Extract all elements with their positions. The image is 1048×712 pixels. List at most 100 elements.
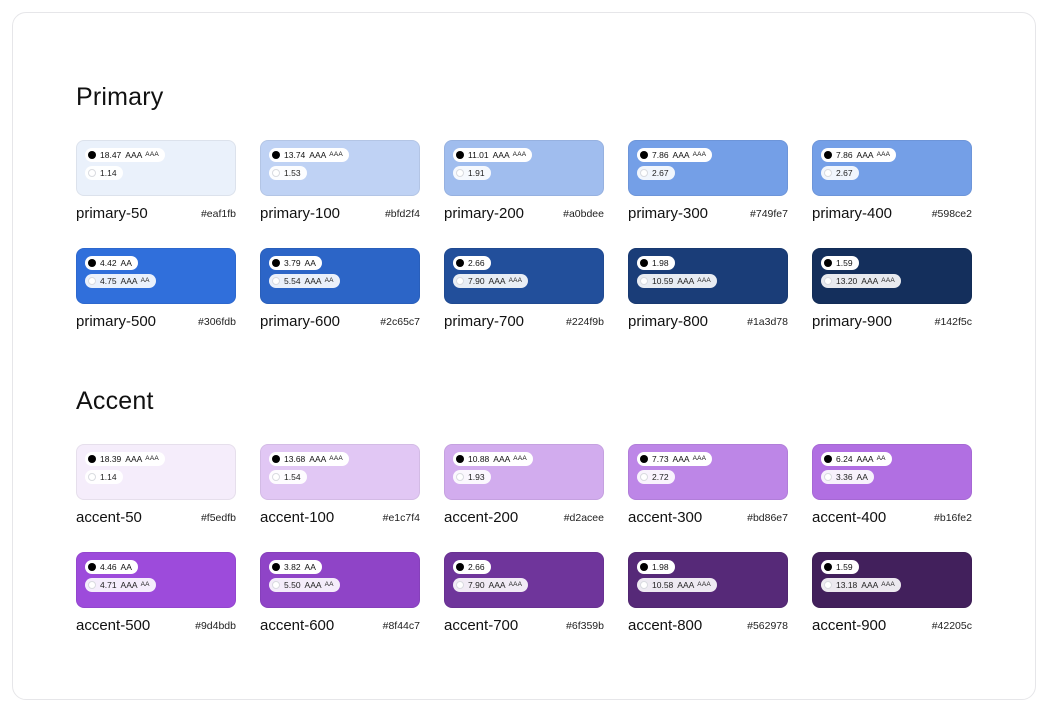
wcag-badge: AAA [309, 454, 327, 464]
color-swatch-item[interactable]: 4.46 AA 4.71 AAA AA accent-500 #9d4bdb [76, 552, 236, 642]
color-swatch[interactable]: 4.46 AA 4.71 AAA AA [76, 552, 236, 608]
wcag-badge: AAA [120, 580, 138, 590]
color-swatch-item[interactable]: 13.68 AAA AAA 1.54 accent-100 #e1c7f4 [260, 444, 420, 534]
color-swatch[interactable]: 13.74 AAA AAA 1.53 [260, 140, 420, 196]
white-dot-icon [88, 581, 96, 589]
color-swatch[interactable]: 4.42 AA 4.75 AAA AA [76, 248, 236, 304]
color-swatch-item[interactable]: 10.88 AAA AAA 1.93 accent-200 #d2acee [444, 444, 604, 534]
white-dot-icon [88, 473, 96, 481]
color-swatch-item[interactable]: 18.39 AAA AAA 1.14 accent-50 #f5edfb [76, 444, 236, 534]
white-dot-icon [824, 581, 832, 589]
contrast-black-pill: 1.98 [637, 560, 675, 574]
contrast-black-pill: 1.59 [821, 256, 859, 270]
contrast-ratio: 1.91 [468, 168, 485, 178]
color-swatch[interactable]: 2.66 7.90 AAA AAA [444, 248, 604, 304]
contrast-black-pill: 1.98 [637, 256, 675, 270]
color-swatch[interactable]: 1.59 13.18 AAA AAA [812, 552, 972, 608]
color-swatch[interactable]: 1.98 10.59 AAA AAA [628, 248, 788, 304]
color-swatch-item[interactable]: 2.66 7.90 AAA AAA accent-700 #6f359b [444, 552, 604, 642]
wcag-badge: AAA [120, 276, 138, 286]
color-swatch[interactable]: 3.82 AA 5.50 AAA AA [260, 552, 420, 608]
color-swatch[interactable]: 7.86 AAA AAA 2.67 [812, 140, 972, 196]
swatch-hex: #a0bdee [563, 208, 604, 220]
contrast-ratio: 10.88 [468, 454, 490, 464]
swatch-name: accent-900 [812, 617, 887, 634]
swatch-hex: #8f44c7 [382, 620, 420, 632]
color-swatch-item[interactable]: 7.73 AAA AAA 2.72 accent-300 #bd86e7 [628, 444, 788, 534]
swatch-name: primary-700 [444, 313, 525, 330]
color-swatch-item[interactable]: 6.24 AAA AA 3.36 AA accent-400 #b16fe2 [812, 444, 972, 534]
wcag-badge: AA [856, 472, 868, 482]
contrast-black-pill: 1.59 [821, 560, 859, 574]
contrast-black-pill: 10.88 AAA AAA [453, 452, 533, 466]
wcag-badge: AAA [856, 454, 874, 464]
color-swatch[interactable]: 18.39 AAA AAA 1.14 [76, 444, 236, 500]
black-dot-icon [640, 259, 648, 267]
white-dot-icon [88, 277, 96, 285]
wcag-badge: AA [304, 562, 316, 572]
color-swatch[interactable]: 7.86 AAA AAA 2.67 [628, 140, 788, 196]
wcag-badge: AAA [861, 276, 879, 286]
swatch-hex: #2c65c7 [380, 316, 420, 328]
color-swatch-item[interactable]: 1.98 10.58 AAA AAA accent-800 #562978 [628, 552, 788, 642]
color-swatch-item[interactable]: 18.47 AAA AAA 1.14 primary-50 #eaf1fb [76, 140, 236, 230]
white-dot-icon [272, 581, 280, 589]
wcag-badge-small: AAA [145, 151, 159, 158]
contrast-ratio: 1.59 [836, 562, 853, 572]
wcag-badge-small: AAA [692, 455, 707, 462]
color-swatch-item[interactable]: 7.86 AAA AAA 2.67 primary-400 #598ce2 [812, 140, 972, 230]
color-swatch-item[interactable]: 7.86 AAA AAA 2.67 primary-300 #749fe7 [628, 140, 788, 230]
contrast-ratio: 13.20 [836, 276, 858, 286]
color-swatch[interactable]: 10.88 AAA AAA 1.93 [444, 444, 604, 500]
wcag-badge: AAA [309, 150, 327, 160]
color-swatch[interactable]: 7.73 AAA AAA 2.72 [628, 444, 788, 500]
wcag-badge-small: AAA [876, 151, 891, 158]
swatch-name: accent-200 [444, 509, 519, 526]
white-dot-icon [272, 277, 280, 285]
swatch-name: primary-400 [812, 205, 893, 222]
color-swatch[interactable]: 13.68 AAA AAA 1.54 [260, 444, 420, 500]
color-swatch[interactable]: 2.66 7.90 AAA AAA [444, 552, 604, 608]
color-swatch-item[interactable]: 3.82 AA 5.50 AAA AA accent-600 #8f44c7 [260, 552, 420, 642]
wcag-badge: AAA [677, 580, 695, 590]
color-swatch[interactable]: 1.98 10.58 AAA AAA [628, 552, 788, 608]
contrast-white-pill: 13.20 AAA AAA [821, 274, 901, 288]
color-swatch-item[interactable]: 1.98 10.59 AAA AAA primary-800 #1a3d78 [628, 248, 788, 338]
color-swatch-item[interactable]: 11.01 AAA AAA 1.91 primary-200 #a0bdee [444, 140, 604, 230]
black-dot-icon [272, 259, 280, 267]
contrast-white-pill: 1.54 [269, 470, 307, 484]
contrast-ratio: 10.58 [652, 580, 674, 590]
wcag-badge-small: AAA [329, 455, 343, 462]
contrast-ratio: 7.73 [652, 454, 669, 464]
contrast-white-pill: 7.90 AAA AAA [453, 578, 529, 592]
color-swatch[interactable]: 6.24 AAA AA 3.36 AA [812, 444, 972, 500]
color-swatch-item[interactable]: 3.79 AA 5.54 AAA AA primary-600 #2c65c7 [260, 248, 420, 338]
color-swatch-item[interactable]: 2.66 7.90 AAA AAA primary-700 #224f9b [444, 248, 604, 338]
black-dot-icon [824, 259, 832, 267]
color-swatch[interactable]: 3.79 AA 5.54 AAA AA [260, 248, 420, 304]
black-dot-icon [88, 455, 96, 463]
color-swatch[interactable]: 11.01 AAA AAA 1.91 [444, 140, 604, 196]
color-swatch-item[interactable]: 4.42 AA 4.75 AAA AA primary-500 #306fdb [76, 248, 236, 338]
contrast-white-pill: 5.50 AAA AA [269, 578, 340, 592]
color-swatch[interactable]: 18.47 AAA AAA 1.14 [76, 140, 236, 196]
contrast-white-pill: 1.14 [85, 166, 123, 180]
color-swatch[interactable]: 1.59 13.20 AAA AAA [812, 248, 972, 304]
contrast-ratio: 4.42 [100, 258, 117, 268]
wcag-badge-small: AAA [697, 581, 711, 588]
contrast-ratio: 1.98 [652, 258, 669, 268]
color-swatch-item[interactable]: 13.74 AAA AAA 1.53 primary-100 #bfd2f4 [260, 140, 420, 230]
wcag-badge: AAA [125, 454, 143, 464]
color-swatch-item[interactable]: 1.59 13.18 AAA AAA accent-900 #42205c [812, 552, 972, 642]
swatch-hex: #749fe7 [750, 208, 788, 220]
section-title-accent: Accent [76, 387, 154, 415]
contrast-white-pill: 3.36 AA [821, 470, 874, 484]
contrast-black-pill: 13.74 AAA AAA [269, 148, 349, 162]
swatch-hex: #6f359b [566, 620, 604, 632]
color-swatch-item[interactable]: 1.59 13.20 AAA AAA primary-900 #142f5c [812, 248, 972, 338]
wcag-badge-small: AAA [508, 277, 523, 284]
contrast-ratio: 13.18 [836, 580, 858, 590]
wcag-badge: AAA [125, 150, 143, 160]
wcag-badge-small: AAA [513, 455, 527, 462]
contrast-white-pill: 2.67 [637, 166, 675, 180]
